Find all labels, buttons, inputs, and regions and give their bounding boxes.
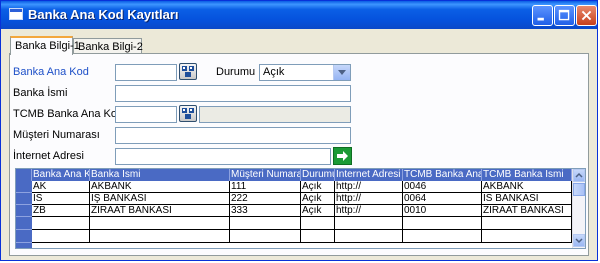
tcmb-banka-ana-kod-input[interactable]	[115, 106, 177, 123]
table-cell[interactable]: 0046	[403, 181, 482, 193]
table-cell[interactable]	[403, 217, 482, 230]
table-cell[interactable]	[301, 217, 335, 230]
table-cell[interactable]	[482, 230, 572, 243]
col-header-musteri-numarasi[interactable]: Müşteri Numarası	[230, 169, 301, 181]
row-indicator[interactable]	[16, 230, 32, 243]
main-window: Banka Ana Kod Kayıtları Banka Bilgi-1 Ba…	[0, 0, 598, 261]
tab-banka-bilgi-2[interactable]: Banka Bilgi-2	[73, 38, 143, 54]
table-cell[interactable]	[335, 217, 403, 230]
window-app-icon	[9, 8, 23, 20]
row-indicator[interactable]	[16, 243, 32, 248]
tcmb-lookup-button[interactable]	[179, 105, 197, 122]
musteri-numarasi-label: Müşteri Numarası	[13, 129, 100, 141]
tcmb-banka-ismi-display	[199, 106, 351, 123]
col-header-internet-adresi[interactable]: İnternet Adresi	[335, 169, 403, 181]
minimize-button[interactable]	[532, 5, 553, 26]
table-cell[interactable]: 111	[230, 181, 301, 193]
tcmb-banka-ana-kod-label: TCMB Banka Ana Kod	[13, 108, 124, 120]
banka-ana-kod-input[interactable]	[115, 64, 177, 81]
table-cell[interactable]: ZIRAAT BANKASI	[482, 205, 572, 217]
lookup-icon	[182, 108, 194, 119]
banka-ismi-input[interactable]	[115, 85, 351, 102]
close-button[interactable]	[576, 5, 597, 26]
table-cell[interactable]	[230, 230, 301, 243]
table-cell[interactable]	[32, 217, 90, 230]
table-cell[interactable]	[90, 217, 230, 230]
table-cell[interactable]: AKBANK	[482, 181, 572, 193]
table-cell[interactable]: Açık	[301, 193, 335, 205]
table-cell[interactable]	[301, 230, 335, 243]
internet-adresi-input[interactable]	[115, 148, 331, 165]
table-cell[interactable]	[230, 217, 301, 230]
arrow-right-icon	[337, 151, 348, 161]
bank-records-grid[interactable]: Banka Ana Kod Banka İsmi Müşteri Numaras…	[15, 168, 586, 249]
internet-adresi-label: İnternet Adresi	[13, 150, 84, 162]
scroll-thumb[interactable]	[573, 183, 585, 196]
chevron-down-icon	[575, 238, 583, 244]
row-indicator[interactable]	[16, 193, 32, 205]
table-cell[interactable]: Açık	[301, 181, 335, 193]
scroll-up-button[interactable]	[573, 169, 585, 182]
table-cell[interactable]	[90, 230, 230, 243]
table-cell[interactable]: 333	[230, 205, 301, 217]
maximize-icon	[558, 9, 570, 21]
row-indicator[interactable]	[16, 217, 32, 230]
row-indicator[interactable]	[16, 181, 32, 193]
chevron-down-icon[interactable]	[333, 65, 350, 80]
scroll-down-button[interactable]	[573, 234, 585, 247]
table-cell[interactable]: İŞ BANKASI	[90, 193, 230, 205]
table-cell[interactable]: AKBANK	[90, 181, 230, 193]
col-header-banka-ana-kod[interactable]: Banka Ana Kod	[32, 169, 90, 181]
banka-ana-kod-label: Banka Ana Kod	[13, 66, 89, 78]
table-row[interactable]	[32, 230, 572, 243]
durumu-selected-value: Açık	[263, 66, 285, 78]
table-cell[interactable]: ZİRAAT BANKASI	[90, 205, 230, 217]
maximize-button[interactable]	[554, 5, 575, 26]
table-cell[interactable]: ZB	[32, 205, 90, 217]
table-cell[interactable]: IS BANKASI	[482, 193, 572, 205]
banka-ismi-label: Banka İsmi	[13, 87, 68, 99]
table-cell[interactable]	[482, 217, 572, 230]
go-button[interactable]	[333, 147, 352, 165]
table-row[interactable]: AK AKBANK 111 Açık http:// 0046 AKBANK	[32, 181, 572, 193]
table-cell[interactable]: Açık	[301, 205, 335, 217]
grid-header: Banka Ana Kod Banka İsmi Müşteri Numaras…	[16, 169, 572, 181]
table-cell[interactable]: http://	[335, 205, 403, 217]
durumu-label: Durumu	[216, 66, 256, 78]
table-cell[interactable]: http://	[335, 181, 403, 193]
tab-banka-bilgi-1[interactable]: Banka Bilgi-1	[10, 36, 80, 55]
window-client: Banka Bilgi-1 Banka Bilgi-2 Banka Ana Ko…	[4, 29, 594, 259]
window-title: Banka Ana Kod Kayıtları	[28, 7, 179, 22]
table-cell[interactable]: 0010	[403, 205, 482, 217]
col-header-banka-ismi[interactable]: Banka İsmi	[90, 169, 230, 181]
table-row[interactable]: ZB ZİRAAT BANKASI 333 Açık http:// 0010 …	[32, 205, 572, 217]
table-cell[interactable]	[32, 230, 90, 243]
grid-header-indicator	[16, 169, 32, 181]
col-header-tcmb-banka-ismi[interactable]: TCMB Banka İsmi	[482, 169, 572, 181]
grid-vertical-scrollbar[interactable]	[572, 169, 585, 248]
table-cell[interactable]: 222	[230, 193, 301, 205]
minimize-icon	[537, 17, 544, 21]
title-bar[interactable]: Banka Ana Kod Kayıtları	[1, 1, 597, 29]
col-header-durumu[interactable]: Durumu	[301, 169, 335, 181]
table-row[interactable]: IS İŞ BANKASI 222 Açık http:// 0064 IS B…	[32, 193, 572, 205]
chevron-up-icon	[575, 172, 583, 178]
row-indicator[interactable]	[16, 205, 32, 217]
close-icon	[581, 10, 592, 21]
table-cell[interactable]: 0064	[403, 193, 482, 205]
table-cell[interactable]	[335, 230, 403, 243]
table-cell[interactable]: http://	[335, 193, 403, 205]
lookup-icon	[182, 66, 194, 77]
col-header-tcmb-banka-ana-kod[interactable]: TCMB Banka Ana K	[403, 169, 482, 181]
table-row[interactable]	[32, 217, 572, 230]
banka-ana-kod-lookup-button[interactable]	[179, 63, 197, 80]
table-cell[interactable]: AK	[32, 181, 90, 193]
durumu-select[interactable]: Açık	[259, 64, 351, 81]
table-cell[interactable]	[403, 230, 482, 243]
musteri-numarasi-input[interactable]	[115, 127, 351, 144]
table-cell[interactable]: IS	[32, 193, 90, 205]
